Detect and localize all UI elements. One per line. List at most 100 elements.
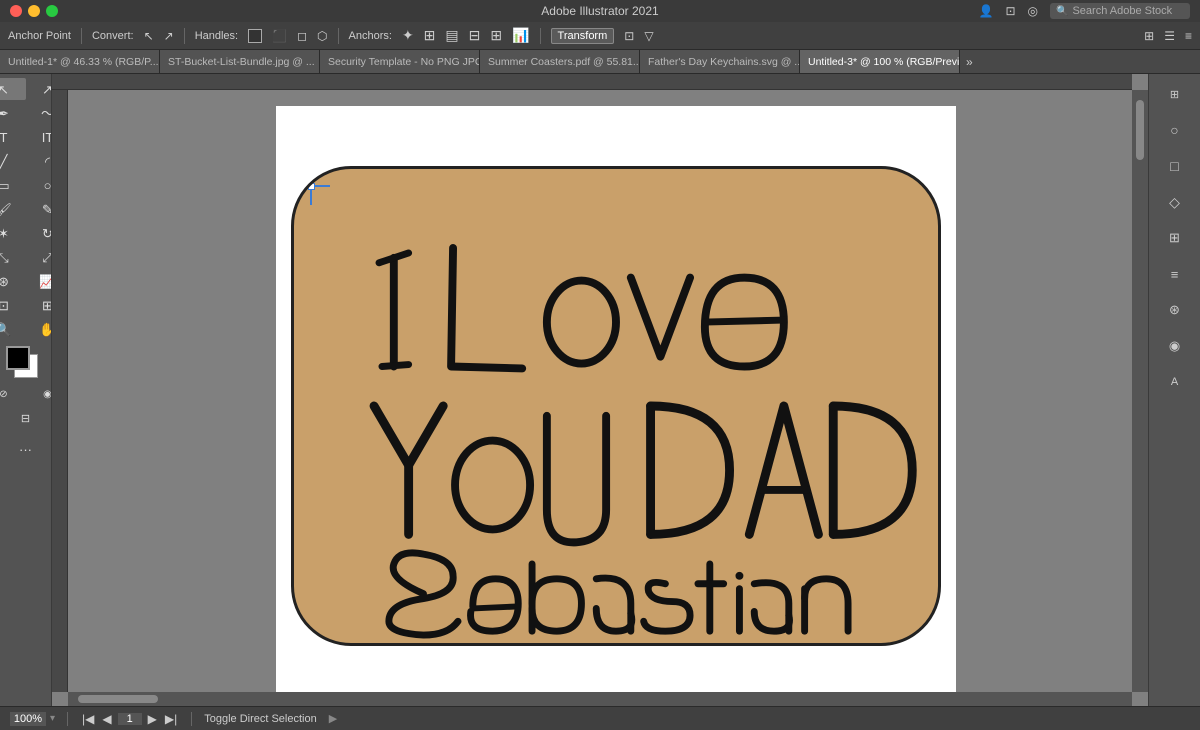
location-icon[interactable]: ◎ [1028,4,1038,18]
pencil-tool[interactable]: ✎ [26,198,53,220]
zoom-chevron[interactable]: ▾ [50,713,55,724]
anchors-icon4[interactable]: ⊟ [469,27,481,44]
anchors-icon1[interactable]: ✦ [402,27,414,44]
zoom-tool[interactable]: 🔍 [0,318,26,340]
anchors-icon6[interactable]: 📊 [512,27,529,44]
selection-tool[interactable]: ↖ [0,78,26,100]
window-icon[interactable]: ⊡ [1005,4,1015,18]
anchors-icon5[interactable]: ⊞ [490,27,502,44]
transform-button[interactable]: Transform [551,28,615,44]
convert-icon2[interactable]: ↗ [164,29,174,43]
tab-bucket[interactable]: ST-Bucket-List-Bundle.jpg @ ... ✕ [160,50,320,74]
curvature-icon: 〜 [41,107,52,120]
transform-icon1[interactable]: ⊡ [624,29,634,43]
first-page-btn[interactable]: |◀ [80,712,96,726]
anchors-label: Anchors: [349,30,392,42]
next-page-btn[interactable]: ▶ [146,712,159,726]
scroll-h[interactable] [68,692,1132,706]
line-tool[interactable]: ╱ [0,150,26,172]
symbols-btn[interactable]: ⊛ [1159,294,1191,326]
arc-tool[interactable]: ◜ [26,150,53,172]
ellipse-tool[interactable]: ○ [26,174,53,196]
align-panel-btn[interactable]: ⊞ [1159,78,1191,110]
maximize-button[interactable] [46,5,58,17]
appearance-btn[interactable]: A [1159,366,1191,398]
curvature-tool[interactable]: 〜 [26,102,53,124]
tab-untitled1[interactable]: Untitled-1* @ 46.33 % (RGB/P... ✕ [0,50,160,74]
status-arrow: ▶ [329,712,337,725]
transform-icon2[interactable]: ▽ [644,29,653,43]
type-tool[interactable]: T [0,126,26,148]
warp-icon: ⤢ [42,251,52,264]
transform-panel-btn[interactable]: ○ [1159,114,1191,146]
anchors-icon2[interactable]: ⊞ [424,27,436,44]
minimize-button[interactable] [28,5,40,17]
zoom-input[interactable] [10,712,46,726]
touch-type-tool[interactable]: IT [26,126,53,148]
tabs-overflow-btn[interactable]: » [960,55,979,69]
panel-toggle-icon[interactable]: ⊞ [1144,29,1154,43]
scale-icon: ⤡ [0,251,9,264]
symbol-sprayer[interactable]: ⊛ [0,270,26,292]
tab-untitled3[interactable]: Untitled-3* @ 100 % (RGB/Preview) ✕ [800,50,960,74]
artboard-tool[interactable]: ⊡ [0,294,26,316]
shapebuilder-btn[interactable]: ◇ [1159,186,1191,218]
slice-tool[interactable]: ⊞ [26,294,53,316]
convert-icon1[interactable]: ↖ [144,29,154,43]
artboard-icon: ⊡ [0,299,9,312]
page-input[interactable] [118,713,142,725]
graphic-styles-btn[interactable]: ◉ [1159,330,1191,362]
search-bar[interactable]: 🔍 Search Adobe Stock [1050,3,1190,19]
tab-security[interactable]: Security Template - No PNG JPG.ai* ✕ [320,50,480,74]
right-panel: ⊞ ○ □ ◇ ⊞ ≡ ⊛ ◉ A [1148,74,1200,706]
zoom-area: ▾ [10,712,55,726]
handles-color-swatch[interactable] [248,29,262,43]
swatches-btn[interactable]: ⊞ [1159,222,1191,254]
title-bar-right: 👤 ⊡ ◎ 🔍 Search Adobe Stock [979,3,1191,19]
rotate-tool[interactable]: ↻ [26,222,53,244]
paintbrush-tool[interactable]: 🖌 [0,198,26,220]
screen-mode[interactable]: ⊟ [4,408,48,430]
main-layout: ↖ ↗ ✒ 〜 T IT ╱ ◜ [0,74,1200,706]
handles-icon1[interactable]: ⬛ [272,29,287,43]
search-text: Search Adobe Stock [1072,5,1172,17]
foreground-color[interactable] [6,346,30,370]
anchor-point-label: Anchor Point [8,30,71,42]
brushes-btn[interactable]: ≡ [1159,258,1191,290]
close-button[interactable] [10,5,22,17]
type-icon: T [0,131,7,144]
line-icon: ╱ [0,155,7,168]
scroll-v-thumb[interactable] [1136,100,1144,160]
scale-tool[interactable]: ⤡ [0,246,26,268]
direct-selection-tool[interactable]: ↗ [26,78,53,100]
color-mode[interactable]: ◉ [26,384,53,406]
scroll-area[interactable] [68,90,1148,706]
rect-tool[interactable]: ▭ [0,174,26,196]
rotate-icon: ↻ [42,227,52,240]
more-icon[interactable]: ≡ [1185,29,1192,43]
shaper-tools: ✶ ↻ [0,222,52,244]
prev-page-btn[interactable]: ◀ [100,712,113,726]
none-fill[interactable]: ⊘ [0,384,26,406]
warp-tool[interactable]: ⤢ [26,246,53,268]
column-graph[interactable]: 📈 [26,270,53,292]
more-tools[interactable]: ··· [4,438,48,460]
hand-tool[interactable]: ✋ [26,318,53,340]
shaper-tool[interactable]: ✶ [0,222,26,244]
type-tools: T IT [0,126,52,148]
last-page-btn[interactable]: ▶| [163,712,179,726]
keychain-card [291,166,941,646]
handles-icon2[interactable]: ◻ [297,29,307,43]
pencil-icon: ✎ [42,203,52,216]
tab-coasters[interactable]: Summer Coasters.pdf @ 55.81... ✕ [480,50,640,74]
pathfinder-btn[interactable]: □ [1159,150,1191,182]
scroll-h-thumb[interactable] [78,695,158,703]
user-icon[interactable]: 👤 [979,4,994,18]
handles-icon3[interactable]: ⬡ [317,29,327,43]
left-toolbar: ↖ ↗ ✒ 〜 T IT ╱ ◜ [0,74,52,706]
pen-tool[interactable]: ✒ [0,102,26,124]
anchors-icon3[interactable]: ▤ [445,27,458,44]
arrange-icon[interactable]: ☰ [1164,29,1175,43]
tab-fathers-day[interactable]: Father's Day Keychains.svg @ ... ✕ [640,50,800,74]
scroll-v[interactable] [1132,90,1148,692]
